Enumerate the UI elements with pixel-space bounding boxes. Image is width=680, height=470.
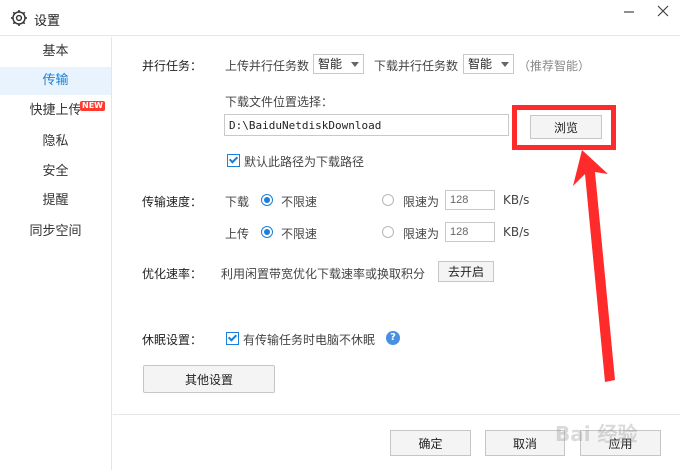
upload-limit-label: 限速为 (403, 227, 440, 241)
radio-dot (264, 197, 270, 203)
transfer-speed-label: 传输速度： (142, 195, 203, 209)
transfer-settings-panel: 并行任务： 上传并行任务数 智能 下载并行任务数 智能 （推荐智能） 下载文件位… (113, 37, 680, 470)
download-limit-input[interactable] (445, 190, 495, 210)
other-settings-button[interactable]: 其他设置 (143, 365, 275, 393)
upload-parallel-label: 上传并行任务数 (225, 59, 310, 73)
upload-unlimited-label: 不限速 (281, 227, 318, 241)
settings-sidebar: 基本 传输 快捷上传 NEW 隐私 安全 提醒 同步空间 (0, 37, 112, 470)
sidebar-item-security[interactable]: 安全 (0, 158, 111, 186)
check-icon (227, 332, 238, 342)
check-icon (228, 154, 239, 164)
cancel-button[interactable]: 取消 (485, 430, 565, 456)
download-unlimited-radio[interactable] (261, 194, 273, 206)
parallel-tasks-label: 并行任务： (142, 59, 203, 73)
sidebar-item-transfer[interactable]: 传输 (0, 67, 111, 95)
download-path-input[interactable] (224, 114, 509, 136)
help-icon[interactable]: ? (386, 331, 400, 345)
upload-unlimited-radio[interactable] (261, 226, 273, 238)
chevron-down-icon (501, 62, 509, 67)
sidebar-item-basic[interactable]: 基本 (0, 38, 111, 66)
upload-limit-input[interactable] (445, 222, 495, 242)
optimize-description: 利用闲置带宽优化下载速率或换取积分 (221, 267, 426, 281)
sidebar-item-sync-space[interactable]: 同步空间 (0, 218, 111, 246)
radio-dot (264, 229, 270, 235)
optimize-rate-label: 优化速率： (142, 267, 203, 281)
download-parallel-label: 下载并行任务数 (374, 59, 459, 73)
apply-button[interactable]: 应用 (580, 430, 661, 456)
chevron-down-icon (351, 62, 359, 67)
sidebar-item-label: 同步空间 (29, 224, 82, 239)
sidebar-item-label: 传输 (42, 73, 69, 88)
download-location-label: 下载文件位置选择： (225, 95, 334, 109)
sidebar-item-label: 提醒 (42, 193, 69, 208)
download-unlimited-label: 不限速 (281, 195, 318, 209)
sidebar-item-reminder[interactable]: 提醒 (0, 187, 111, 215)
sidebar-item-quick-upload[interactable]: 快捷上传 NEW (0, 97, 111, 125)
download-parallel-select[interactable]: 智能 (463, 54, 514, 74)
upload-limit-radio[interactable] (382, 226, 394, 238)
sidebar-item-label: 基本 (42, 44, 69, 59)
upload-speed-label: 上传 (225, 227, 250, 241)
title-bar: 设置 (0, 0, 680, 36)
upload-limit-unit: KB/s (503, 225, 530, 239)
minimize-icon[interactable] (618, 4, 640, 18)
recommend-hint: （推荐智能） (518, 59, 591, 73)
new-badge: NEW (80, 101, 105, 111)
window-title: 设置 (34, 14, 61, 29)
prevent-sleep-checkbox[interactable] (226, 332, 239, 345)
sidebar-item-label: 安全 (42, 164, 69, 179)
upload-parallel-value: 智能 (318, 57, 343, 71)
sleep-settings-label: 休眠设置： (142, 333, 203, 347)
gear-icon (11, 10, 27, 26)
download-parallel-value: 智能 (468, 57, 493, 71)
download-limit-label: 限速为 (403, 195, 440, 209)
default-path-label: 默认此路径为下载路径 (244, 155, 365, 169)
sidebar-item-label: 隐私 (42, 134, 69, 149)
enable-optimize-button[interactable]: 去开启 (438, 261, 494, 282)
close-icon[interactable] (652, 4, 674, 18)
download-speed-label: 下载 (225, 195, 250, 209)
sidebar-item-privacy[interactable]: 隐私 (0, 128, 111, 156)
download-limit-radio[interactable] (382, 194, 394, 206)
upload-parallel-select[interactable]: 智能 (313, 54, 364, 74)
default-path-checkbox[interactable] (227, 154, 240, 167)
browse-highlight-box (512, 105, 616, 150)
download-limit-unit: KB/s (503, 193, 530, 207)
prevent-sleep-label: 有传输任务时电脑不休眠 (243, 333, 376, 347)
ok-button[interactable]: 确定 (390, 430, 471, 456)
footer-divider (113, 414, 680, 415)
sidebar-item-label: 快捷上传 (29, 103, 82, 118)
